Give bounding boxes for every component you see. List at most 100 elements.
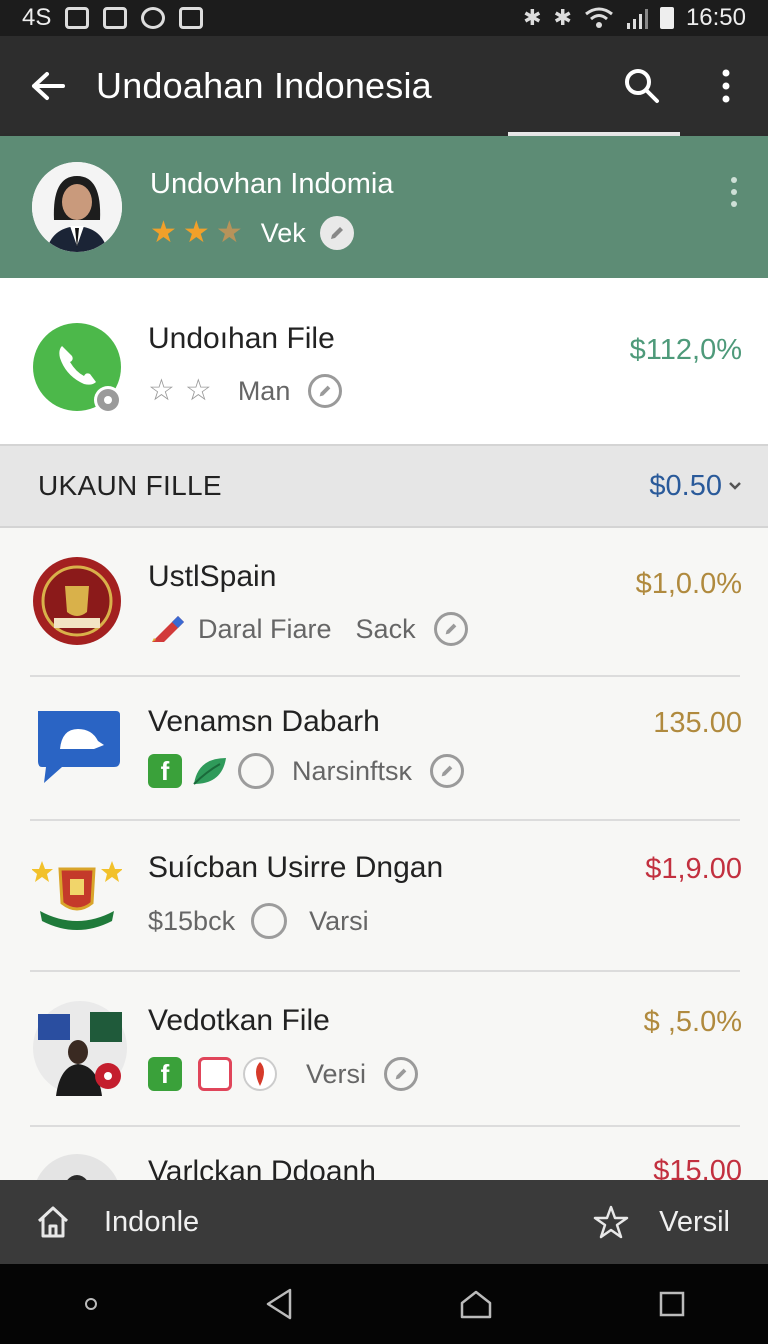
item-rating-label: Man	[237, 375, 291, 406]
badge-icon	[251, 903, 288, 939]
instagram-icon	[198, 1057, 232, 1091]
back-button[interactable]	[0, 36, 96, 136]
item-meta: Daral Fiare Sack	[148, 612, 468, 646]
item-meta: ☆ ☆ Man	[148, 374, 343, 408]
avatar	[32, 162, 122, 252]
wifi-icon	[585, 7, 613, 28]
list-item[interactable]: Suícban Usirre Dngan $15bck Varsi $1,9.0…	[0, 821, 768, 971]
item-price: 135.00	[653, 707, 742, 739]
section-price-dropdown[interactable]: $0.50	[649, 470, 742, 503]
item-title: Suícban Usirre Dngan	[148, 851, 444, 884]
item-title: Venamsn Dabarh	[148, 705, 380, 738]
app-notification-icon	[179, 7, 204, 29]
phone-app-icon	[32, 322, 122, 414]
app-bar: Undoahan Indonesia	[0, 36, 768, 136]
item-price: $15.00	[653, 1155, 742, 1180]
edit-button[interactable]	[319, 216, 354, 250]
pencil-icon	[395, 1068, 407, 1080]
item-meta: f Versi	[148, 1056, 419, 1092]
item-version: Sack	[355, 613, 416, 644]
item-title: Undoıhan File	[148, 322, 335, 355]
list-item-featured[interactable]: Undoıhan File ☆ ☆ Man $112,0%	[0, 278, 768, 444]
nav-favorites[interactable]: Versil	[593, 1205, 768, 1239]
emblem-icon	[32, 556, 122, 646]
medical-icon	[103, 7, 128, 29]
item-version: Varsi	[309, 905, 369, 936]
crest-icon	[31, 849, 123, 939]
profile-more-button[interactable]	[722, 172, 746, 212]
item-price: $1,0.0%	[635, 568, 742, 600]
item-subtitle: $15bck	[148, 905, 236, 936]
star-icon: ★	[150, 216, 177, 249]
edit-button[interactable]	[308, 374, 343, 408]
nav-home[interactable]: Indonle	[0, 1205, 199, 1239]
more-vert-icon	[731, 177, 737, 207]
item-price: $1,9.00	[645, 853, 742, 885]
bluetooth-icon: ✱	[523, 5, 542, 30]
list-item[interactable]: UstlSpain Daral Fiare Sack $1,0.0%	[0, 528, 768, 676]
section-price: $0.50	[649, 469, 722, 502]
edit-button[interactable]	[430, 754, 465, 788]
camera-icon	[141, 7, 166, 29]
leaf-icon	[193, 758, 226, 785]
home-outline-icon[interactable]	[459, 1289, 493, 1319]
item-subtitle: Daral Fiare	[198, 613, 332, 644]
profile-header[interactable]: Undovhan Indomia ★ ★ ★ Vek	[0, 136, 768, 278]
badge-icon	[238, 753, 274, 789]
nav-favorites-label: Versil	[659, 1205, 730, 1238]
profile-rating: ★ ★ ★ Vek	[150, 216, 354, 250]
profile-rating-label: Vek	[260, 217, 306, 248]
back-arrow-icon	[32, 72, 65, 100]
chat-bubble-icon	[32, 705, 122, 795]
item-meta: f Narsinftsĸ	[148, 753, 465, 789]
item-price: $ ,5.0%	[643, 1006, 742, 1038]
item-subtitle: Narsinftsĸ	[292, 755, 413, 786]
item-meta: $15bck Varsi	[148, 903, 369, 939]
section-label: UKAUN FILLE	[38, 470, 222, 501]
more-vert-icon	[722, 69, 730, 103]
back-triangle-icon[interactable]	[264, 1287, 294, 1321]
edit-button[interactable]	[384, 1057, 419, 1091]
status-network-label: 4S	[22, 4, 52, 31]
search-button[interactable]	[600, 36, 684, 136]
list-item[interactable]: Vedotkan File f Versi $ ,5.0%	[0, 972, 768, 1126]
bottom-nav: Indonle Versil	[0, 1180, 768, 1264]
home-icon	[37, 1206, 69, 1238]
nav-home-label: Indonle	[104, 1205, 200, 1238]
signal-icon	[626, 9, 648, 29]
recents-square-icon[interactable]	[658, 1290, 686, 1318]
star-icon: ★	[182, 216, 210, 249]
pencil-icon	[445, 623, 456, 635]
star-outline-icon	[593, 1205, 629, 1239]
dot-icon[interactable]	[83, 1296, 99, 1312]
item-title: UstlSpain	[148, 560, 277, 593]
edit-button[interactable]	[433, 612, 468, 646]
item-version: Versi	[306, 1058, 367, 1089]
vibrate-icon: ✱	[553, 5, 572, 30]
pencil-icon	[330, 227, 343, 239]
list-item[interactable]: Venamsn Dabarh f Narsinftsĸ 135.00	[0, 677, 768, 821]
section-header: UKAUN FILLE $0.50	[0, 444, 768, 528]
item-title: Vedotkan File	[148, 1004, 330, 1037]
notification-icon	[65, 7, 90, 29]
list-item[interactable]: Varlckan Ddoanh $15.00	[0, 1127, 768, 1180]
pencil-icon	[320, 385, 331, 397]
chevron-down-icon	[729, 482, 741, 490]
media-icon	[243, 1057, 277, 1091]
battery-icon	[659, 7, 674, 29]
facebook-icon: f	[148, 754, 182, 788]
page-title: Undoahan Indonesia	[96, 65, 432, 106]
status-time: 16:50	[685, 4, 746, 31]
more-options-button[interactable]	[684, 36, 768, 136]
system-nav-bar	[0, 1264, 768, 1344]
star-half-icon: ★	[215, 216, 243, 249]
pencil-icon	[441, 765, 453, 777]
photo-thumbnail	[32, 1000, 127, 1096]
facebook-icon: f	[148, 1057, 182, 1091]
pen-icon	[152, 616, 184, 642]
profile-name: Undovhan Indomia	[150, 168, 394, 200]
star-outline-icon: ☆	[148, 374, 175, 407]
item-title: Varlckan Ddoanh	[148, 1155, 376, 1180]
star-outline-icon: ☆	[184, 374, 212, 407]
status-bar: 4S ✱ ✱ 16:50	[0, 0, 768, 36]
